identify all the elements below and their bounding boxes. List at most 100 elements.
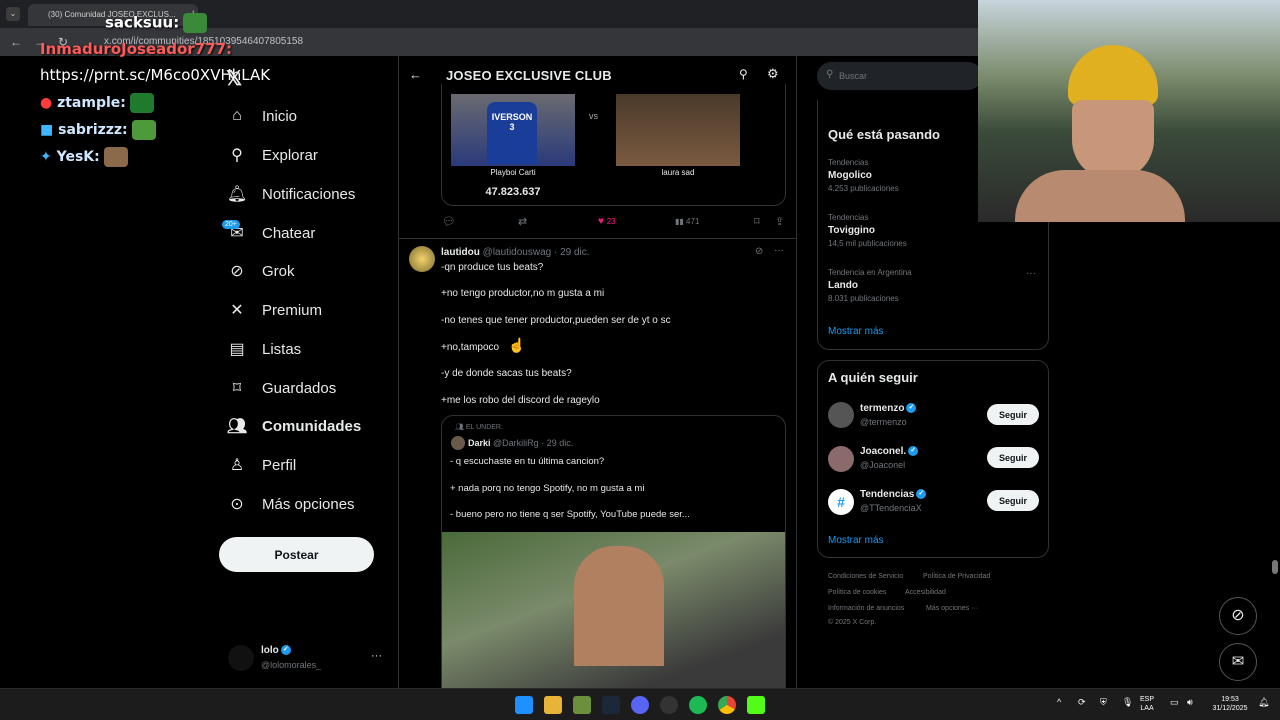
retweet-icon[interactable]: ⇄ [518, 215, 527, 228]
share-icon[interactable]: ⇪ [775, 215, 784, 228]
chrome-icon[interactable] [718, 696, 736, 714]
sidebar-item-explorar[interactable]: ⚲ Explorar [226, 140, 396, 170]
sidebar-item-inicio[interactable]: ⌂ Inicio [226, 101, 396, 131]
clock[interactable]: 19:53 31/12/2025 [1208, 695, 1252, 713]
search-icon[interactable]: ⚲ [739, 67, 748, 81]
gear-icon[interactable]: ⚙ [767, 66, 779, 82]
x-logo-icon: ✕ [230, 302, 244, 319]
sidebar-item-chatear[interactable]: ✉ Chatear [226, 218, 396, 248]
follow-name[interactable]: termenzo ✓ [860, 403, 917, 414]
footer-link[interactable]: Accesibilidad [905, 589, 946, 596]
sidebar-item-perfil[interactable]: ♙ Perfil [226, 450, 396, 480]
avatar[interactable] [228, 645, 254, 671]
heart-icon: ♥ [598, 216, 604, 227]
scrollbar-thumb[interactable] [1272, 560, 1278, 574]
poll-left-count: 47.823.637 [485, 186, 541, 198]
quote-community: 👥︎ EL UNDER. [455, 423, 503, 431]
back-nav-icon[interactable]: ← [10, 35, 22, 49]
hashtag-avatar-icon[interactable]: # [828, 489, 854, 515]
file-explorer-icon[interactable] [544, 696, 562, 714]
sidebar-item-premium[interactable]: ✕ Premium [226, 295, 396, 325]
sidebar-item-label: Premium [262, 301, 323, 319]
quote-line: + nada porq no tengo Spotify, no m gusta… [450, 483, 645, 494]
steam-icon[interactable] [602, 696, 620, 714]
language-indicator[interactable]: ESP LAA [1140, 695, 1154, 713]
frog-emote-icon [183, 13, 208, 33]
follow-name[interactable]: Tendencias ✓ [860, 489, 927, 500]
footer-link[interactable]: Política de cookies [828, 589, 886, 596]
poll-image-right [616, 94, 740, 166]
trend-item[interactable]: Tendencias Toviggino 14,5 mil publicacio… [828, 213, 907, 248]
show-more-link[interactable]: Mostrar más [828, 535, 884, 546]
tweet-more-icon[interactable]: ··· [774, 245, 784, 256]
verified-icon: ✓ [280, 645, 291, 656]
overlay-chat-top: sacksuu: [105, 13, 208, 33]
page-title: JOSEO EXCLUSIVE CLUB [446, 68, 612, 83]
spotify-icon[interactable] [689, 696, 707, 714]
trend-item[interactable]: Tendencias Mogolico 4.253 publicaciones [828, 158, 899, 193]
jersey-image: IVERSON 3 [487, 102, 537, 164]
tweet-header: lautidou @lautidouswag · 29 dic. [441, 247, 590, 258]
trend-category: Tendencias [828, 213, 869, 222]
sidebar-item-comunidades[interactable]: 👥︎ Comunidades [226, 411, 396, 441]
trend-more-icon[interactable]: ··· [1026, 268, 1036, 279]
footer-link[interactable]: Información de anuncios [828, 605, 904, 612]
sidebar-item-label: Chatear [262, 224, 316, 242]
security-icon[interactable]: ⛨ [1100, 698, 1107, 707]
tweet-date[interactable]: · 29 dic. [554, 247, 590, 258]
footer-link[interactable]: Condiciones de Servicio [828, 573, 903, 580]
minecraft-icon[interactable] [573, 696, 591, 714]
footer-link[interactable]: Política de Privacidad [923, 573, 990, 580]
sync-icon[interactable]: ⟳ [1078, 698, 1086, 707]
bookmark-icon[interactable]: ⌑ [754, 215, 760, 228]
mic-icon[interactable]: 🎙︎ [1122, 698, 1133, 707]
communities-icon: 👥︎ [226, 418, 248, 435]
trend-name: Mogolico [828, 170, 872, 181]
start-icon[interactable] [515, 696, 533, 714]
community-icon: 👥︎ [455, 424, 466, 431]
sidebar-item-mas-opciones[interactable]: ⊙ Más opciones [226, 489, 396, 519]
sidebar-item-grok[interactable]: ⊘ Grok [226, 256, 396, 286]
account-name[interactable]: lolo ✓ [261, 645, 291, 656]
views-button[interactable]: ▮▮ 471 [675, 217, 699, 226]
avatar[interactable] [409, 246, 435, 272]
like-button[interactable]: ♥ 23 [598, 216, 616, 227]
follow-button[interactable]: Seguir [987, 490, 1039, 511]
network-icon[interactable]: ▭ [1170, 698, 1179, 707]
footer-link[interactable]: Más opciones ··· [926, 605, 978, 612]
x-logo-icon[interactable]: 𝕏 [226, 66, 242, 91]
sidebar-item-listas[interactable]: ▤ Listas [226, 334, 396, 364]
sidebar-item-label: Perfil [262, 456, 297, 474]
follow-handle: @TTendenciaX [860, 503, 922, 513]
account-more-icon[interactable]: ··· [371, 650, 382, 662]
trend-item[interactable]: Tendencia en Argentina Lando 8.031 publi… [828, 268, 912, 303]
follow-button[interactable]: Seguir [987, 447, 1039, 468]
avatar[interactable] [828, 446, 854, 472]
avatar[interactable] [828, 402, 854, 428]
kick-icon[interactable] [747, 696, 765, 714]
follow-name[interactable]: Joaconel. ✓ [860, 446, 919, 457]
messages-float-button[interactable]: ✉ [1219, 643, 1257, 681]
grok-float-button[interactable]: ⊘ [1219, 597, 1257, 635]
obs-icon[interactable] [660, 696, 678, 714]
notification-icon[interactable]: 🔔︎ [1258, 698, 1269, 707]
sidebar-item-notificaciones[interactable]: 🔔︎ Notificaciones [226, 179, 396, 209]
tray-expand-icon[interactable]: ^ [1057, 698, 1061, 707]
tweet-author-handle[interactable]: @lautidouswag [483, 247, 552, 258]
discord-icon[interactable] [631, 696, 649, 714]
frog-emote-icon [129, 93, 154, 113]
tweet-line: +no,tampoco [441, 342, 500, 353]
tweet-author-name[interactable]: lautidou [441, 247, 480, 258]
reply-icon[interactable]: 💬︎ [442, 215, 456, 228]
quote-date: · 29 dic. [541, 438, 574, 448]
sidebar-item-guardados[interactable]: ⌑ Guardados [226, 373, 396, 403]
back-arrow-icon[interactable]: ← [409, 67, 422, 82]
main-column: ← JOSEO EXCLUSIVE CLUB ⚲ ⚙ IVERSON 3 vs P… [398, 56, 797, 688]
follow-button[interactable]: Seguir [987, 404, 1039, 425]
tab-list-button[interactable]: ⌄ [6, 7, 20, 21]
show-more-link[interactable]: Mostrar más [828, 326, 884, 337]
bell-icon: 🔔︎ [226, 186, 248, 203]
volume-icon[interactable]: 🔊︎ [1187, 698, 1193, 707]
post-button[interactable]: Postear [219, 537, 374, 572]
grok-icon[interactable]: ⊘ [755, 246, 763, 257]
